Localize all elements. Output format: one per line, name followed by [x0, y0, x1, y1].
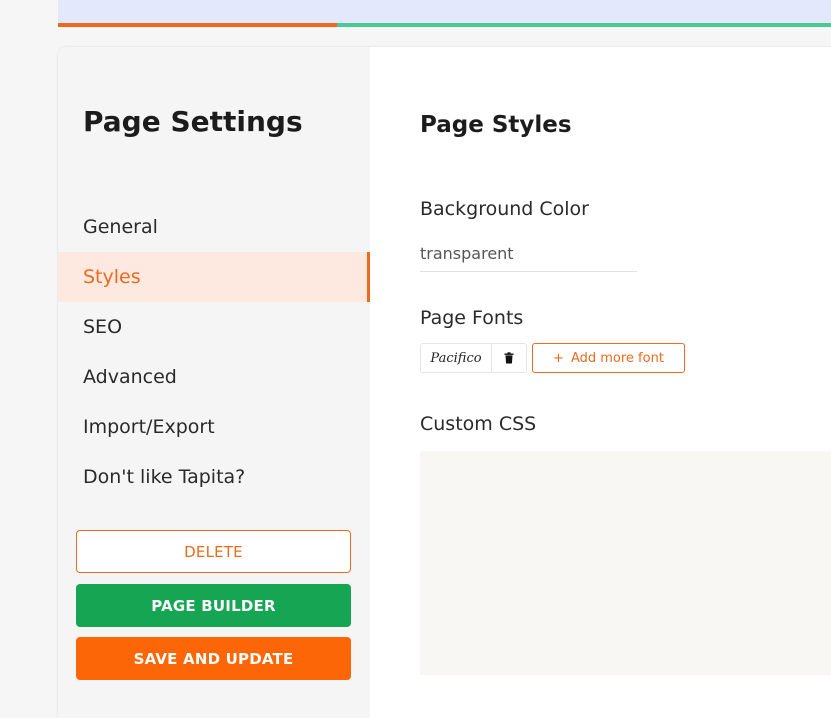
font-chip-name: Pacifico: [421, 344, 492, 372]
font-chip: Pacifico: [420, 343, 527, 373]
add-more-font-button[interactable]: + Add more font: [532, 343, 685, 373]
page-fonts-label: Page Fonts: [420, 307, 524, 329]
add-more-font-label: Add more font: [570, 350, 664, 366]
sidebar: Page Settings General Styles SEO Advance…: [58, 47, 370, 718]
sidebar-item-general[interactable]: General: [58, 202, 370, 252]
main-content: Page Styles Background Color Page Fonts …: [370, 47, 831, 718]
plus-icon: +: [553, 350, 564, 366]
sidebar-item-styles[interactable]: Styles: [58, 252, 370, 302]
save-and-update-button[interactable]: SAVE AND UPDATE: [76, 637, 351, 680]
trash-icon[interactable]: [492, 344, 526, 372]
sidebar-item-seo[interactable]: SEO: [58, 302, 370, 352]
top-header-bar: [58, 0, 831, 27]
progress-bar-completed: [58, 23, 337, 27]
sidebar-title: Page Settings: [83, 105, 303, 138]
delete-button[interactable]: DELETE: [76, 530, 351, 573]
custom-css-label: Custom CSS: [420, 413, 537, 435]
page-builder-button[interactable]: PAGE BUILDER: [76, 584, 351, 627]
sidebar-item-dont-like-tapita[interactable]: Don't like Tapita?: [58, 452, 370, 502]
custom-css-editor[interactable]: [420, 451, 831, 675]
settings-panel: Page Settings General Styles SEO Advance…: [58, 47, 831, 718]
sidebar-item-import-export[interactable]: Import/Export: [58, 402, 370, 452]
background-color-input[interactable]: [420, 236, 637, 272]
progress-bar-remaining: [337, 23, 831, 27]
sidebar-item-advanced[interactable]: Advanced: [58, 352, 370, 402]
background-color-label: Background Color: [420, 198, 589, 220]
sidebar-nav: General Styles SEO Advanced Import/Expor…: [58, 202, 370, 502]
page-title: Page Styles: [420, 112, 572, 138]
